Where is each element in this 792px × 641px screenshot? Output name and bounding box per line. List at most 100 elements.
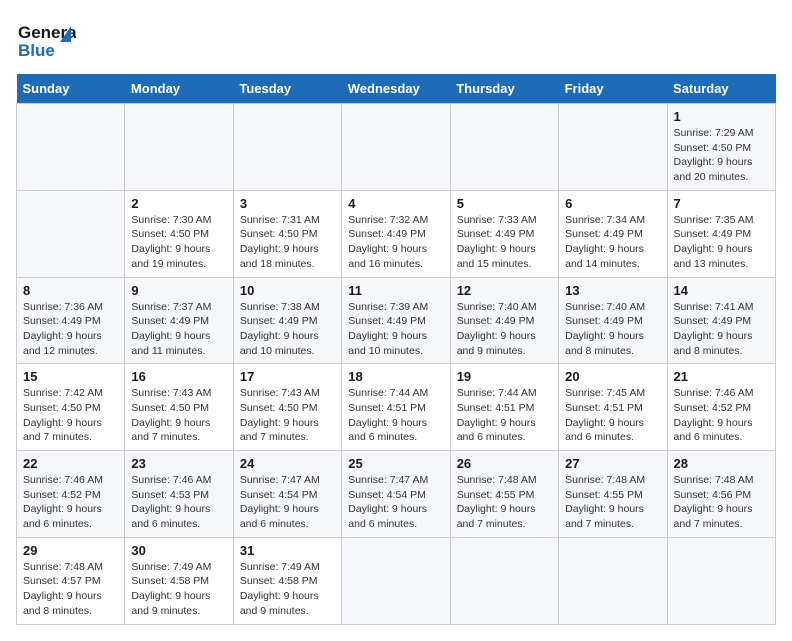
calendar-cell-9: 9 Sunrise: 7:37 AMSunset: 4:49 PMDaylight…: [125, 277, 233, 364]
col-header-monday: Monday: [125, 74, 233, 104]
calendar-cell-17: 17 Sunrise: 7:43 AMSunset: 4:50 PMDayligh…: [233, 364, 341, 451]
calendar-cell-5: 5Sunrise: 7:33 AMSunset: 4:49 PMDaylight…: [450, 190, 558, 277]
calendar-cell-11: 11Sunrise: 7:39 AMSunset: 4:49 PMDayligh…: [342, 277, 450, 364]
day-info: Sunrise: 7:38 AMSunset: 4:49 PMDaylight:…: [240, 300, 335, 359]
logo: General Blue: [16, 16, 76, 66]
calendar-week-5: 22Sunrise: 7:46 AMSunset: 4:52 PMDayligh…: [17, 451, 776, 538]
empty-cell: [667, 537, 775, 624]
calendar-cell-3: 3Sunrise: 7:31 AMSunset: 4:50 PMDaylight…: [233, 190, 341, 277]
day-info: Sunrise: 7:40 AMSunset: 4:49 PMDaylight:…: [457, 300, 552, 359]
calendar-cell-22: 22Sunrise: 7:46 AMSunset: 4:52 PMDayligh…: [17, 451, 125, 538]
calendar-cell-26: 26Sunrise: 7:48 AMSunset: 4:55 PMDayligh…: [450, 451, 558, 538]
day-number: 21: [674, 369, 769, 384]
calendar-week-6: 29Sunrise: 7:48 AMSunset: 4:57 PMDayligh…: [17, 537, 776, 624]
calendar-cell-2: 2Sunrise: 7:30 AMSunset: 4:50 PMDaylight…: [125, 190, 233, 277]
empty-cell: [342, 537, 450, 624]
calendar-cell-16: 16 Sunrise: 7:43 AMSunset: 4:50 PMDayligh…: [125, 364, 233, 451]
day-info: Sunrise: 7:49 AMSunset: 4:58 PMDaylight:…: [240, 560, 335, 619]
day-info: Sunrise: 7:39 AMSunset: 4:49 PMDaylight:…: [348, 300, 443, 359]
day-number: 28: [674, 456, 769, 471]
calendar-week-3: 8 Sunrise: 7:36 AMSunset: 4:49 PMDaylight…: [17, 277, 776, 364]
day-info: Sunrise: 7:34 AMSunset: 4:49 PMDaylight:…: [565, 213, 660, 272]
empty-cell: [559, 104, 667, 191]
svg-text:Blue: Blue: [18, 41, 55, 60]
day-info: Sunrise: 7:41 AMSunset: 4:49 PMDaylight:…: [674, 300, 769, 359]
day-info: Sunrise: 7:31 AMSunset: 4:50 PMDaylight:…: [240, 213, 335, 272]
calendar-table: SundayMondayTuesdayWednesdayThursdayFrid…: [16, 74, 776, 625]
empty-cell: [17, 104, 125, 191]
day-info: Sunrise: 7:36 AMSunset: 4:49 PMDaylight:…: [23, 300, 118, 359]
col-header-wednesday: Wednesday: [342, 74, 450, 104]
day-info: Sunrise: 7:37 AMSunset: 4:49 PMDaylight:…: [131, 300, 226, 359]
day-number: 25: [348, 456, 443, 471]
calendar-cell-18: 18Sunrise: 7:44 AMSunset: 4:51 PMDayligh…: [342, 364, 450, 451]
day-info: Sunrise: 7:45 AMSunset: 4:51 PMDaylight:…: [565, 386, 660, 445]
col-header-sunday: Sunday: [17, 74, 125, 104]
day-info: Sunrise: 7:48 AMSunset: 4:56 PMDaylight:…: [674, 473, 769, 532]
day-info: Sunrise: 7:47 AMSunset: 4:54 PMDaylight:…: [348, 473, 443, 532]
day-number: 14: [674, 283, 769, 298]
day-info: Sunrise: 7:43 AMSunset: 4:50 PMDaylight:…: [131, 386, 226, 445]
day-number: 12: [457, 283, 552, 298]
logo-icon: General Blue: [16, 16, 76, 66]
day-number: 4: [348, 196, 443, 211]
calendar-cell-1: 1 Sunrise: 7:29 AMSunset: 4:50 PMDaylight…: [667, 104, 775, 191]
day-info: Sunrise: 7:44 AMSunset: 4:51 PMDaylight:…: [348, 386, 443, 445]
day-number: 16: [131, 369, 226, 384]
day-number: 24: [240, 456, 335, 471]
day-info: Sunrise: 7:49 AMSunset: 4:58 PMDaylight:…: [131, 560, 226, 619]
day-info: Sunrise: 7:48 AMSunset: 4:55 PMDaylight:…: [565, 473, 660, 532]
calendar-cell-27: 27Sunrise: 7:48 AMSunset: 4:55 PMDayligh…: [559, 451, 667, 538]
day-number: 1: [674, 109, 769, 124]
day-info: Sunrise: 7:44 AMSunset: 4:51 PMDaylight:…: [457, 386, 552, 445]
calendar-header-row: SundayMondayTuesdayWednesdayThursdayFrid…: [17, 74, 776, 104]
day-info: Sunrise: 7:43 AMSunset: 4:50 PMDaylight:…: [240, 386, 335, 445]
calendar-cell-28: 28 Sunrise: 7:48 AMSunset: 4:56 PMDayligh…: [667, 451, 775, 538]
empty-cell: [17, 190, 125, 277]
empty-cell: [559, 537, 667, 624]
day-info: Sunrise: 7:46 AMSunset: 4:52 PMDaylight:…: [23, 473, 118, 532]
calendar-cell-4: 4Sunrise: 7:32 AMSunset: 4:49 PMDaylight…: [342, 190, 450, 277]
day-info: Sunrise: 7:33 AMSunset: 4:49 PMDaylight:…: [457, 213, 552, 272]
calendar-cell-19: 19Sunrise: 7:44 AMSunset: 4:51 PMDayligh…: [450, 364, 558, 451]
page-header: General Blue: [16, 16, 776, 66]
day-number: 17: [240, 369, 335, 384]
calendar-cell-31: 31 Sunrise: 7:49 AMSunset: 4:58 PMDayligh…: [233, 537, 341, 624]
calendar-cell-20: 20Sunrise: 7:45 AMSunset: 4:51 PMDayligh…: [559, 364, 667, 451]
day-info: Sunrise: 7:30 AMSunset: 4:50 PMDaylight:…: [131, 213, 226, 272]
day-number: 31: [240, 543, 335, 558]
day-number: 15: [23, 369, 118, 384]
empty-cell: [450, 104, 558, 191]
calendar-week-2: 2Sunrise: 7:30 AMSunset: 4:50 PMDaylight…: [17, 190, 776, 277]
day-number: 10: [240, 283, 335, 298]
day-number: 9: [131, 283, 226, 298]
empty-cell: [342, 104, 450, 191]
day-number: 29: [23, 543, 118, 558]
day-info: Sunrise: 7:42 AMSunset: 4:50 PMDaylight:…: [23, 386, 118, 445]
calendar-cell-15: 15 Sunrise: 7:42 AMSunset: 4:50 PMDayligh…: [17, 364, 125, 451]
calendar-cell-8: 8 Sunrise: 7:36 AMSunset: 4:49 PMDaylight…: [17, 277, 125, 364]
calendar-cell-25: 25 Sunrise: 7:47 AMSunset: 4:54 PMDayligh…: [342, 451, 450, 538]
day-info: Sunrise: 7:40 AMSunset: 4:49 PMDaylight:…: [565, 300, 660, 359]
calendar-cell-12: 12 Sunrise: 7:40 AMSunset: 4:49 PMDayligh…: [450, 277, 558, 364]
day-info: Sunrise: 7:46 AMSunset: 4:53 PMDaylight:…: [131, 473, 226, 532]
calendar-week-4: 15 Sunrise: 7:42 AMSunset: 4:50 PMDayligh…: [17, 364, 776, 451]
day-number: 13: [565, 283, 660, 298]
calendar-cell-7: 7 Sunrise: 7:35 AMSunset: 4:49 PMDaylight…: [667, 190, 775, 277]
col-header-thursday: Thursday: [450, 74, 558, 104]
col-header-tuesday: Tuesday: [233, 74, 341, 104]
day-number: 23: [131, 456, 226, 471]
calendar-cell-14: 14 Sunrise: 7:41 AMSunset: 4:49 PMDayligh…: [667, 277, 775, 364]
empty-cell: [125, 104, 233, 191]
day-info: Sunrise: 7:47 AMSunset: 4:54 PMDaylight:…: [240, 473, 335, 532]
day-number: 6: [565, 196, 660, 211]
col-header-saturday: Saturday: [667, 74, 775, 104]
day-info: Sunrise: 7:48 AMSunset: 4:55 PMDaylight:…: [457, 473, 552, 532]
day-number: 30: [131, 543, 226, 558]
day-info: Sunrise: 7:29 AMSunset: 4:50 PMDaylight:…: [674, 126, 769, 185]
day-info: Sunrise: 7:35 AMSunset: 4:49 PMDaylight:…: [674, 213, 769, 272]
col-header-friday: Friday: [559, 74, 667, 104]
calendar-week-1: 1 Sunrise: 7:29 AMSunset: 4:50 PMDaylight…: [17, 104, 776, 191]
day-number: 8: [23, 283, 118, 298]
day-number: 7: [674, 196, 769, 211]
